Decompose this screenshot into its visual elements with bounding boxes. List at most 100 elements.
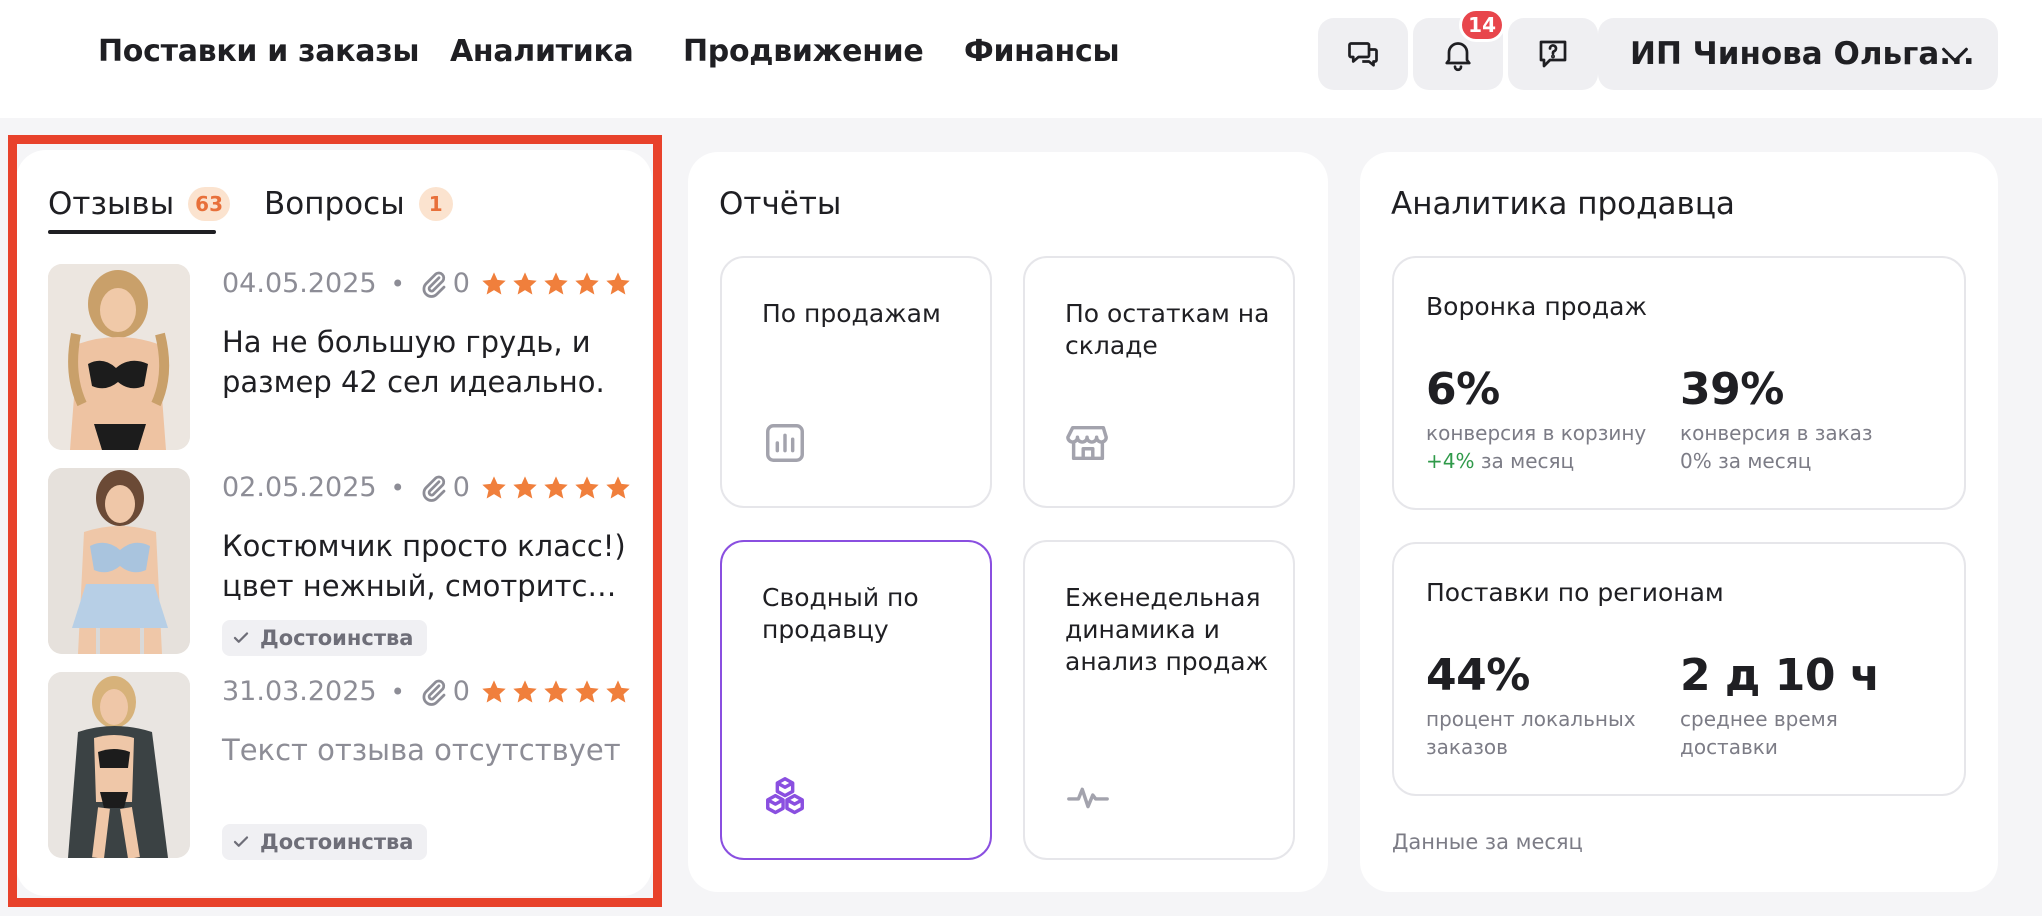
tab-questions-label: Вопросы (264, 186, 405, 222)
star-icon (544, 475, 568, 498)
star-icon (513, 679, 537, 702)
bar-chart-icon (766, 424, 804, 462)
regional-supplies-card[interactable]: Поставки по регионам 44% процент локальн… (1392, 542, 1966, 796)
metric-caption: конверсия в корзину +4% за месяц (1426, 419, 1656, 475)
pulse-icon (1067, 787, 1109, 809)
report-card-label: Еженедельная динамика и анализ продаж (1065, 583, 1269, 676)
review-text[interactable]: На не большую грудь, и размер 42 сел иде… (222, 322, 626, 402)
star-icon (575, 679, 599, 702)
star-icon (513, 475, 537, 498)
tab-questions-count: 1 (418, 187, 453, 221)
review-meta: 04.05.2025 • 0 (222, 268, 632, 299)
metric-delta: 0% (1680, 449, 1712, 473)
question-bubble-icon (1539, 40, 1567, 68)
support-button[interactable] (1508, 18, 1598, 90)
attachments-count: 0 (452, 472, 470, 503)
top-bar: Поставки и заказы Аналитика Продвижение … (0, 0, 2042, 118)
star-icon (482, 679, 506, 702)
review-tag-label: Достоинства (260, 830, 414, 854)
star-icon (575, 271, 599, 294)
review-product-thumbnail[interactable] (48, 672, 190, 858)
nav-item-analytics[interactable]: Аналитика (450, 34, 634, 69)
nav-item-supplies-orders[interactable]: Поставки и заказы (98, 34, 419, 69)
analytics-title: Аналитика продавца (1391, 186, 1735, 222)
check-icon (233, 632, 249, 643)
chevron-down-icon (1942, 47, 1968, 63)
regional-supplies-title: Поставки по регионам (1426, 578, 1724, 607)
sales-funnel-card[interactable]: Воронка продаж 6% конверсия в корзину +4… (1392, 256, 1966, 510)
report-card-weekly-dynamics[interactable]: Еженедельная динамика и анализ продаж (1023, 540, 1295, 860)
review-product-thumbnail[interactable] (48, 264, 190, 450)
metric-period: за месяц (1718, 449, 1812, 473)
report-card-label: По остаткам на складе (1065, 299, 1270, 360)
attachments-count: 0 (452, 268, 470, 299)
notifications-count-badge: 14 (1459, 8, 1505, 42)
nav-item-finance[interactable]: Финансы (964, 34, 1120, 69)
chat-bubbles-icon (1348, 42, 1378, 67)
product-photo-icon (48, 468, 190, 654)
meta-separator: • (390, 473, 405, 502)
star-icon (544, 679, 568, 702)
chat-button[interactable] (1318, 18, 1408, 90)
metric-delta-line: 0% за месяц (1680, 447, 1910, 475)
report-card-sales[interactable]: По продажам (720, 256, 992, 508)
star-icon (606, 475, 630, 498)
rating-stars (480, 474, 632, 502)
tab-reviews-count: 63 (188, 187, 231, 221)
meta-separator: • (390, 269, 405, 298)
account-name: ИП Чинова Ольга... (1630, 36, 1975, 72)
nav-item-promotion[interactable]: Продвижение (683, 34, 924, 69)
review-text[interactable]: Костюмчик просто класс!) цвет нежный, см… (222, 526, 626, 606)
metric-value: 39% (1680, 364, 1784, 415)
star-icon (482, 271, 506, 294)
metric-label: конверсия в корзину (1426, 421, 1647, 445)
rating-stars (480, 678, 632, 706)
review-date: 04.05.2025 (222, 268, 377, 299)
metric-label: среднее время доставки (1680, 707, 1838, 759)
metric-caption: конверсия в заказ 0% за месяц (1680, 419, 1910, 475)
local-orders-metric: 44% процент локальных заказов (1426, 650, 1656, 761)
tab-reviews[interactable]: Отзывы 63 (48, 176, 231, 232)
star-icon (513, 271, 537, 294)
report-card-seller-summary[interactable]: Сводный по продавцу (720, 540, 992, 860)
review-tag-pros: Достоинства (222, 824, 428, 860)
active-tab-underline (48, 230, 216, 234)
star-icon (544, 271, 568, 294)
product-photo-icon (48, 264, 190, 450)
star-icon (606, 679, 630, 702)
product-photo-icon (48, 672, 190, 858)
review-tag-label: Достоинства (260, 626, 414, 650)
review-tag-pros: Достоинства (222, 620, 428, 656)
metric-period: за месяц (1480, 449, 1575, 473)
metric-label: процент локальных заказов (1426, 707, 1636, 759)
metric-label: конверсия в заказ (1680, 421, 1873, 445)
star-icon (482, 475, 506, 498)
tab-reviews-label: Отзывы (48, 186, 175, 222)
review-date: 31.03.2025 (222, 676, 377, 707)
notifications-button[interactable]: 14 (1413, 8, 1505, 90)
report-card-label: По продажам (762, 299, 941, 328)
report-card-stock[interactable]: По остаткам на складе (1023, 256, 1295, 508)
report-card-label: Сводный по продавцу (762, 583, 919, 644)
review-product-thumbnail[interactable] (48, 468, 190, 654)
paperclip-icon (422, 271, 446, 298)
metric-delta-line: +4% за месяц (1426, 447, 1656, 475)
review-meta: 31.03.2025 • 0 (222, 676, 632, 707)
star-icon (606, 271, 630, 294)
review-meta: 02.05.2025 • 0 (222, 472, 632, 503)
reports-title: Отчёты (719, 186, 842, 222)
account-menu-button[interactable]: ИП Чинова Ольга... (1598, 18, 1998, 90)
attachments-count: 0 (452, 676, 470, 707)
rating-stars (480, 270, 632, 298)
data-period-note: Данные за месяц (1392, 830, 1583, 854)
review-date: 02.05.2025 (222, 472, 377, 503)
review-text[interactable]: Текст отзыва отсутствует (222, 730, 626, 770)
store-icon (1066, 425, 1108, 461)
metric-value: 44% (1426, 650, 1530, 701)
cart-conversion-metric: 6% конверсия в корзину +4% за месяц (1426, 364, 1656, 475)
star-icon (575, 475, 599, 498)
paperclip-icon (422, 475, 446, 502)
meta-separator: • (390, 677, 405, 706)
order-conversion-metric: 39% конверсия в заказ 0% за месяц (1680, 364, 1910, 475)
tab-questions[interactable]: Вопросы 1 (264, 176, 453, 232)
